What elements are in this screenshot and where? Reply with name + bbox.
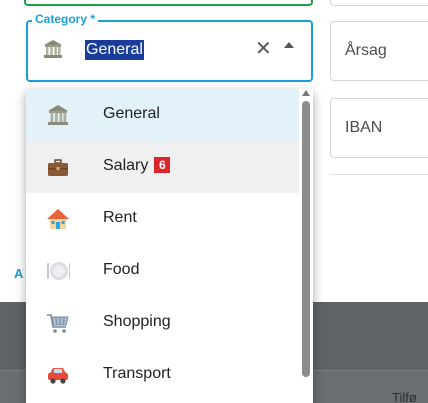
iban-field-placeholder: IBAN	[345, 119, 383, 136]
bank-icon	[42, 38, 64, 60]
shopping-cart-icon	[46, 311, 70, 335]
clear-icon[interactable]: ✕	[255, 39, 272, 59]
add-button-text[interactable]: Tilfø	[392, 390, 417, 403]
option-label-text: Salary	[103, 157, 149, 174]
option-general[interactable]: General	[26, 89, 299, 141]
add-link[interactable]: A	[14, 266, 23, 281]
option-label: Salary 6	[103, 157, 171, 175]
step-badge: 6	[154, 157, 171, 173]
top-right-field[interactable]	[330, 0, 428, 6]
category-select[interactable]: General ✕	[26, 20, 313, 82]
reason-field[interactable]: Årsag	[330, 21, 428, 81]
plate-icon	[46, 259, 70, 283]
option-food[interactable]: Food	[26, 245, 299, 297]
briefcase-icon	[46, 155, 70, 179]
option-rent[interactable]: Rent	[26, 193, 299, 245]
option-label: Transport	[103, 365, 171, 382]
dropdown-scrollbar[interactable]	[299, 89, 313, 403]
option-label: Food	[103, 261, 140, 278]
scroll-up-arrow-icon[interactable]	[302, 90, 310, 96]
category-dropdown: General Salary 6 Rent Food Shopping Tran…	[26, 89, 313, 403]
house-icon	[46, 207, 70, 231]
option-salary[interactable]: Salary 6	[26, 141, 299, 193]
category-label: Category *	[32, 12, 99, 26]
iban-field[interactable]: IBAN	[330, 98, 428, 158]
option-shopping[interactable]: Shopping	[26, 297, 299, 349]
option-label: Rent	[103, 209, 137, 226]
option-transport[interactable]: Transport	[26, 349, 299, 401]
category-value[interactable]: General	[85, 40, 144, 60]
car-icon	[46, 363, 70, 387]
divider	[330, 174, 428, 175]
bank-icon	[46, 103, 70, 127]
reason-field-placeholder: Årsag	[345, 42, 387, 59]
scroll-thumb[interactable]	[302, 101, 310, 377]
chevron-up-icon[interactable]	[284, 42, 294, 48]
previous-field[interactable]	[24, 0, 313, 6]
option-label: General	[103, 105, 160, 122]
option-label: Shopping	[103, 313, 171, 330]
